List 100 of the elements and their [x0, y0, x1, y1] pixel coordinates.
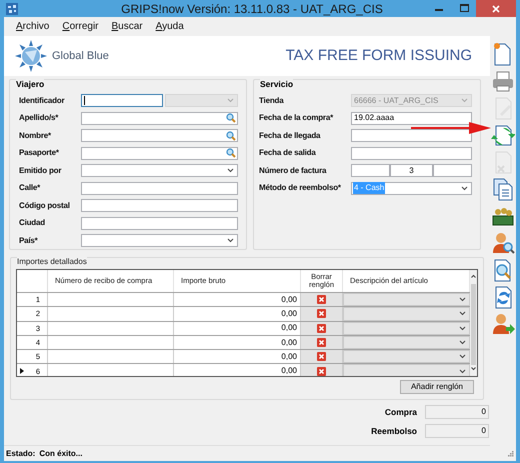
- table-cell[interactable]: [48, 336, 174, 350]
- delete-icon: [317, 295, 326, 304]
- scrollbar[interactable]: [470, 270, 477, 376]
- field-label: Tienda: [259, 94, 285, 107]
- delete-icon: [317, 309, 326, 318]
- dropdown[interactable]: [343, 293, 470, 306]
- table-cell[interactable]: [48, 322, 174, 335]
- caret-icon: [461, 186, 468, 191]
- field-label: Apellido/s*: [19, 112, 60, 124]
- menu-item[interactable]: Ayuda: [156, 19, 184, 34]
- field-label: Pasaporte*: [19, 147, 60, 160]
- table-cell[interactable]: [48, 364, 174, 376]
- logo-text: Global Blue: [52, 48, 109, 64]
- field-label: Ciudad: [19, 217, 46, 230]
- table-cell[interactable]: 0,00: [174, 293, 301, 306]
- dropdown[interactable]: [81, 164, 238, 178]
- search-field[interactable]: [81, 112, 238, 125]
- text-field[interactable]: [81, 182, 238, 195]
- text-field[interactable]: 19.02.aaaa: [351, 112, 472, 125]
- menu-item[interactable]: Corregir: [62, 19, 98, 34]
- text-field[interactable]: [351, 129, 472, 142]
- dropdown[interactable]: [343, 336, 470, 350]
- table-cell[interactable]: 0,00: [174, 307, 301, 321]
- selected-text: 4 - Cash: [353, 182, 386, 194]
- text-field[interactable]: [351, 164, 390, 178]
- caret-icon: [459, 340, 466, 346]
- table-cell[interactable]: 0,00: [174, 350, 301, 364]
- caret-icon: [227, 168, 234, 174]
- caret-icon: [227, 98, 234, 104]
- table-cell[interactable]: 0,00: [174, 336, 301, 350]
- search-icon: [226, 130, 236, 141]
- table-cell[interactable]: [48, 350, 174, 364]
- search-icon: [226, 148, 236, 158]
- search-field[interactable]: [81, 129, 238, 142]
- toolbar-button[interactable]: [491, 231, 515, 254]
- caret-icon: [227, 238, 234, 244]
- search-field[interactable]: [81, 146, 238, 160]
- field-label: Fecha de llegada: [259, 130, 322, 142]
- delete-row-button[interactable]: [301, 307, 343, 321]
- delete-row-button[interactable]: [301, 364, 343, 376]
- caret-icon: [461, 98, 468, 104]
- page-title: TAX FREE FORM ISSUING: [286, 46, 472, 66]
- field-label: Nombre*: [19, 130, 52, 142]
- resize-grip-icon: [508, 451, 514, 457]
- toolbar-button[interactable]: [491, 123, 515, 146]
- text-field[interactable]: [433, 164, 472, 178]
- text-field[interactable]: [81, 216, 238, 230]
- total-field: 0: [425, 405, 489, 419]
- delete-row-button[interactable]: [301, 336, 343, 350]
- dropdown[interactable]: [343, 322, 470, 335]
- delete-row-button[interactable]: [301, 322, 343, 335]
- user-search-icon: [491, 230, 515, 254]
- dropdown[interactable]: [343, 350, 470, 364]
- field-label: País*: [19, 234, 39, 247]
- menu-item[interactable]: Archivo: [16, 19, 50, 34]
- delete-icon: [317, 324, 326, 333]
- printer-icon: [491, 68, 515, 92]
- document-arrows-icon: [491, 122, 515, 146]
- caret-icon: [459, 326, 466, 331]
- total-label: Reembolso: [371, 424, 417, 438]
- caret-icon: [459, 368, 466, 374]
- field-label: Calle*: [19, 182, 42, 194]
- close-icon: [492, 4, 500, 12]
- maximize-icon: [460, 4, 468, 12]
- selected-text: 66666 - UAT_ARG_CIS: [353, 94, 440, 107]
- caret-icon: [459, 354, 466, 360]
- text-cursor: [84, 96, 85, 106]
- total-field: 0: [425, 424, 489, 438]
- field-label: Identificador: [19, 94, 66, 107]
- field-label: Código postal: [19, 200, 71, 212]
- dropdown[interactable]: [81, 234, 238, 248]
- app-icon: [6, 2, 18, 14]
- menu-item[interactable]: Buscar: [112, 19, 143, 34]
- field-label: Emitido por: [19, 164, 62, 177]
- panel-title: Importes detallados: [17, 256, 87, 268]
- text-field[interactable]: 3: [390, 164, 433, 178]
- table-cell[interactable]: 0,00: [174, 322, 301, 335]
- current-row-icon: [20, 368, 24, 374]
- total-label: Compra: [384, 406, 417, 418]
- sun-logo-icon: [14, 39, 48, 73]
- field-label: Número de factura: [259, 164, 328, 177]
- delete-row-button[interactable]: [301, 350, 343, 364]
- text-field[interactable]: [81, 199, 238, 212]
- table-cell[interactable]: 0,00: [174, 364, 301, 376]
- toolbar-button[interactable]: [491, 177, 515, 200]
- delete-row-button[interactable]: [301, 293, 343, 306]
- toolbar-button[interactable]: [491, 312, 515, 335]
- text-field[interactable]: [351, 146, 472, 160]
- text-field[interactable]: [81, 94, 163, 108]
- field-label: Fecha de salida: [259, 147, 317, 160]
- delete-icon: [317, 352, 326, 362]
- caret-icon: [459, 297, 466, 302]
- delete-icon: [317, 366, 326, 376]
- user-arrow-icon: [491, 312, 515, 336]
- add-row-button[interactable]: Añadir renglón: [400, 380, 474, 394]
- window-title: GRIPS!now Versión: 13.11.0.83 - UAT_ARG_CIS: [120, 0, 384, 18]
- close-button[interactable]: [476, 0, 516, 17]
- status-label: Estado:: [6, 448, 36, 460]
- table-cell[interactable]: [48, 293, 174, 306]
- table-cell[interactable]: [48, 307, 174, 321]
